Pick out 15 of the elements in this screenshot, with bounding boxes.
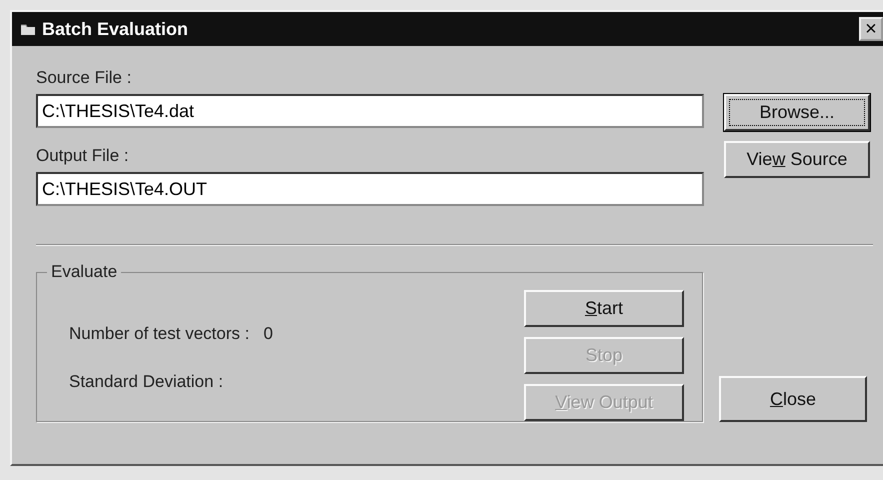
stat-label: Number of test vectors : <box>69 324 250 344</box>
group-title: Evaluate <box>50 262 118 282</box>
field-label: Source File : <box>36 68 132 88</box>
stat-label: Standard Deviation : <box>69 372 224 392</box>
output-file-field[interactable]: C:\THESIS\Te4.OUT <box>36 172 704 206</box>
stat-value: 0 <box>263 324 273 344</box>
window-icon <box>20 22 36 36</box>
view-source-button[interactable]: View Source <box>724 141 870 178</box>
browse-button[interactable]: Browse... <box>724 94 870 131</box>
close-button[interactable]: Close <box>719 376 867 422</box>
start-button[interactable]: Start <box>524 290 684 327</box>
source-file-field[interactable]: C:\THESIS\Te4.dat <box>36 94 704 128</box>
close-window-button[interactable]: × <box>859 17 883 41</box>
field-label: Output File : <box>36 146 130 166</box>
window-title: Batch Evaluation <box>42 18 190 40</box>
